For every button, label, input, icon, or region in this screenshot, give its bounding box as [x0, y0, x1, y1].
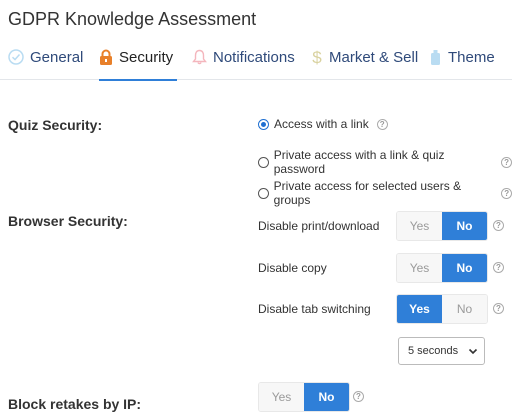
page-title: GDPR Knowledge Assessment [8, 9, 257, 29]
dollar-icon: $ [311, 48, 323, 66]
tab-switch-interval-select[interactable]: 5 seconds [398, 337, 485, 365]
tab-bar: General Security Notifications $ Market … [0, 34, 512, 81]
tab-market-sell-label: Market & Sell [329, 48, 419, 66]
radio-label: Access with a link [274, 117, 369, 131]
radio-button[interactable] [258, 187, 269, 199]
tab-market-sell[interactable]: $ Market & Sell [311, 34, 418, 80]
help-icon[interactable]: ? [493, 262, 504, 273]
bell-icon [192, 49, 207, 65]
radio-access-with-link[interactable]: Access with a link ? [258, 117, 388, 131]
toggle-yes[interactable]: Yes [259, 383, 304, 411]
check-circle-icon [8, 49, 24, 65]
quiz-security-label: Quiz Security: [8, 117, 103, 133]
radio-label: Private access for selected users & grou… [273, 179, 462, 207]
block-retakes-label: Block retakes by IP: [8, 396, 142, 412]
help-icon[interactable]: ? [493, 303, 504, 314]
disable-copy-label: Disable copy [258, 261, 327, 275]
toggle-no[interactable]: No [304, 383, 349, 411]
radio-label: Private access with a link & quiz passwo… [273, 148, 445, 176]
help-icon[interactable]: ? [501, 187, 512, 199]
chevron-down-icon [468, 346, 478, 359]
browser-security-label: Browser Security: [8, 213, 128, 229]
lock-icon [99, 49, 113, 66]
tab-notifications[interactable]: Notifications [192, 34, 295, 80]
tab-general-label: General [30, 48, 84, 66]
tab-general[interactable]: General [8, 34, 83, 80]
block-retakes-toggle[interactable]: Yes No [258, 382, 350, 412]
tab-security[interactable]: Security [99, 34, 178, 81]
disable-tab-switching-label: Disable tab switching [258, 302, 371, 316]
toggle-yes[interactable]: Yes [397, 254, 442, 282]
radio-private-link-password[interactable]: Private access with a link & quiz passwo… [258, 148, 512, 176]
toggle-yes[interactable]: Yes [397, 212, 442, 240]
toggle-no[interactable]: No [442, 212, 487, 240]
tab-notifications-label: Notifications [213, 48, 295, 66]
radio-button[interactable] [258, 156, 269, 168]
radio-button-checked[interactable] [258, 118, 269, 130]
disable-print-toggle[interactable]: Yes No [396, 211, 488, 241]
tab-theme-label: Theme [448, 48, 495, 66]
svg-text:$: $ [312, 48, 322, 66]
help-icon[interactable]: ? [501, 156, 512, 168]
toggle-no[interactable]: No [442, 295, 487, 323]
tab-theme[interactable]: Theme [429, 34, 495, 80]
select-value: 5 seconds [408, 345, 459, 357]
tab-security-label: Security [119, 48, 174, 66]
theme-icon [429, 49, 442, 66]
help-icon[interactable]: ? [353, 391, 364, 402]
help-icon[interactable]: ? [376, 118, 388, 130]
toggle-no[interactable]: No [442, 254, 487, 282]
toggle-yes[interactable]: Yes [397, 295, 442, 323]
help-icon[interactable]: ? [493, 220, 504, 231]
disable-tab-switching-toggle[interactable]: Yes No [396, 294, 488, 324]
radio-private-selected-users[interactable]: Private access for selected users & grou… [258, 179, 512, 207]
disable-print-label: Disable print/download [258, 219, 380, 233]
disable-copy-toggle[interactable]: Yes No [396, 253, 488, 283]
